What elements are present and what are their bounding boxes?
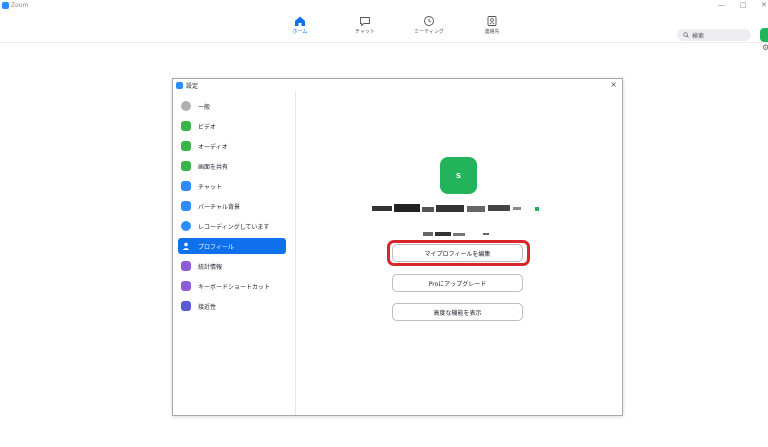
nav-meetings-label: ミーティング — [414, 29, 444, 35]
app-title: Zoom — [2, 0, 28, 10]
app-title-text: Zoom — [11, 1, 29, 9]
sidebar-item-keyboard-shortcuts[interactable]: キーボードショートカット — [178, 278, 286, 294]
avatar-letter: S — [455, 171, 462, 180]
blurred-user-name — [372, 204, 539, 212]
sidebar-item-label: 統計情報 — [198, 263, 223, 271]
share-screen-icon — [181, 161, 191, 171]
statistics-icon — [181, 261, 191, 271]
dialog-title: 設定 — [186, 82, 199, 90]
sidebar-item-label: レコーディングしています — [198, 223, 270, 231]
nav-chat[interactable]: チャット — [340, 15, 390, 35]
nav-contacts-label: 連絡先 — [484, 29, 500, 35]
edit-profile-button[interactable]: マイプロフィールを編集 — [392, 244, 523, 262]
zoom-logo-icon — [176, 81, 183, 89]
clock-icon — [424, 16, 434, 26]
sidebar-item-statistics[interactable]: 統計情報 — [178, 258, 286, 274]
minimize-button[interactable]: — — [718, 0, 725, 10]
profile-icon — [182, 242, 190, 250]
sidebar-item-accessibility[interactable]: 接近性 — [178, 298, 286, 314]
sidebar-item-label: プロフィール — [198, 243, 234, 251]
sidebar-item-label: キーボードショートカット — [198, 283, 271, 291]
contacts-icon — [487, 16, 497, 26]
dialog-close-button[interactable]: × — [610, 79, 617, 91]
nav-meetings[interactable]: ミーティング — [404, 15, 454, 35]
general-icon — [181, 101, 191, 111]
keyboard-icon — [181, 281, 191, 291]
video-icon — [181, 121, 191, 131]
nav-chat-label: チャット — [355, 29, 375, 35]
sidebar-item-audio[interactable]: オーディオ — [178, 138, 286, 154]
advanced-features-button[interactable]: 高度な機能を表示 — [392, 303, 523, 321]
recording-icon — [181, 221, 191, 231]
accessibility-icon — [181, 301, 191, 311]
chat-icon — [360, 17, 370, 27]
sidebar-item-label: バーチャル背景 — [198, 203, 240, 211]
user-avatar[interactable] — [760, 28, 768, 42]
audio-icon — [181, 141, 191, 151]
maximize-button[interactable]: □ — [740, 0, 747, 10]
top-navigation: ホーム チャット ミーティング 連絡先 検索 — [0, 10, 768, 43]
sidebar-item-video[interactable]: ビデオ — [178, 118, 286, 134]
nav-home[interactable]: ホーム — [275, 15, 325, 35]
search-box[interactable]: 検索 — [677, 29, 751, 41]
title-bar: Zoom — □ ✕ — [0, 0, 768, 10]
sidebar-item-recording[interactable]: レコーディングしています — [178, 218, 286, 234]
profile-avatar: S — [440, 157, 477, 194]
sidebar-item-label: 一般 — [198, 103, 211, 111]
chat-icon — [181, 181, 191, 191]
close-button[interactable]: ✕ — [761, 0, 767, 10]
sidebar-item-label: チャット — [198, 183, 222, 191]
zoom-logo-icon — [2, 1, 9, 9]
sidebar-item-virtual-background[interactable]: バーチャル背景 — [178, 198, 286, 214]
home-icon — [295, 16, 305, 26]
sidebar-item-label: 接近性 — [198, 303, 217, 311]
settings-sidebar: 一般 ビデオ オーディオ 画面を共有 チャット バーチャル背景 レコーディングし… — [173, 91, 296, 415]
sidebar-item-label: ビデオ — [198, 123, 217, 131]
sidebar-item-profile[interactable]: プロフィール — [178, 238, 286, 254]
search-label: 検索 — [692, 32, 705, 40]
blurred-user-email — [423, 232, 489, 236]
virtual-background-icon — [181, 201, 191, 211]
nav-home-label: ホーム — [292, 29, 308, 35]
sidebar-item-label: 画面を共有 — [198, 163, 229, 171]
sidebar-item-chat[interactable]: チャット — [178, 178, 286, 194]
sidebar-item-label: オーディオ — [198, 143, 228, 151]
sidebar-item-share-screen[interactable]: 画面を共有 — [178, 158, 286, 174]
upgrade-pro-button[interactable]: Proにアップグレード — [392, 274, 523, 292]
nav-contacts[interactable]: 連絡先 — [467, 15, 517, 35]
dialog-title-bar: 設定 × — [173, 79, 622, 91]
sidebar-item-general[interactable]: 一般 — [178, 98, 286, 114]
settings-gear-icon[interactable]: ⚙ — [762, 43, 768, 52]
search-icon — [683, 32, 689, 38]
